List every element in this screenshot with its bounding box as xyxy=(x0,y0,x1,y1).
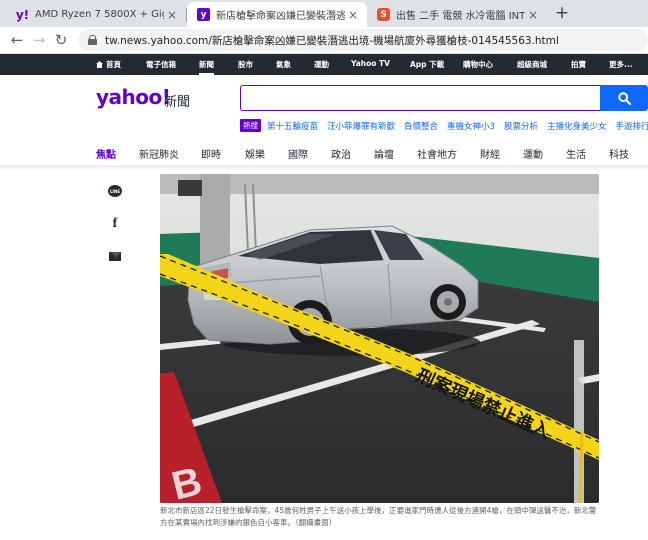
new-tab-button[interactable]: + xyxy=(552,3,572,23)
address-bar: ← → ↻ tw.news.yahoo.com/新店槍擊命案凶嫌已變裝潛逃出境-… xyxy=(0,27,648,54)
header-shadow xyxy=(0,165,648,171)
tab-international[interactable]: 國際 xyxy=(288,146,308,161)
url-text: tw.news.yahoo.com/新店槍擊命案凶嫌已變裝潛逃出境-機場航廈外尋… xyxy=(105,34,559,47)
tab-finance[interactable]: 財經 xyxy=(480,146,500,161)
nav-more[interactable]: 更多... xyxy=(609,59,633,70)
tab-sports[interactable]: 運動 xyxy=(523,146,543,161)
back-icon[interactable]: ← xyxy=(6,31,28,49)
browser-tab[interactable]: y! AMD Ryzen 7 5800X + Gigabyte × xyxy=(6,2,186,27)
trending-link[interactable]: 股票分析 xyxy=(504,120,538,132)
tab-society[interactable]: 社會地方 xyxy=(417,146,457,161)
reload-icon[interactable]: ↻ xyxy=(50,31,72,49)
site-header: yahoo! 新聞 熱搜 第十五輪疫苗 汪小菲爆罪有新歡 負價整合 重機女神小3… xyxy=(0,75,648,167)
tab-entertainment[interactable]: 娛樂 xyxy=(245,146,265,161)
facebook-icon: f xyxy=(112,216,118,231)
yahoo-icon: y! xyxy=(15,7,30,22)
nav-mail[interactable]: 電子信箱 xyxy=(146,59,176,70)
section-nav: 焦點 新冠肺炎 即時 娛樂 國際 政治 論壇 社會地方 財經 運動 生活 科技 xyxy=(0,142,648,167)
tab-life[interactable]: 生活 xyxy=(566,146,586,161)
shopee-icon: S xyxy=(377,8,390,21)
tab-forum[interactable]: 論壇 xyxy=(374,146,394,161)
lock-icon xyxy=(88,35,97,45)
nav-shopping[interactable]: 購物中心 xyxy=(463,59,493,70)
search-icon xyxy=(617,91,631,105)
share-line-button[interactable]: LINE xyxy=(106,182,124,200)
browser-tab[interactable]: S 出售 二手 電競 水冷電腦 INTEL M × xyxy=(367,2,547,27)
nav-auction[interactable]: 拍賣 xyxy=(571,59,586,70)
nav-stock[interactable]: 股市 xyxy=(238,59,253,70)
browser-tab-strip: y! AMD Ryzen 7 5800X + Gigabyte × y 新店槍擊… xyxy=(0,0,648,27)
nav-app-download[interactable]: App 下載 xyxy=(410,59,444,70)
tab-title: AMD Ryzen 7 5800X + Gigabyte xyxy=(35,9,164,20)
crime-scene-photo: B 刑案現場禁止進入 xyxy=(160,174,599,503)
logo-section-name[interactable]: 新聞 xyxy=(164,91,190,110)
trending-searches: 熱搜 第十五輪疫苗 汪小菲爆罪有新歡 負價整合 重機女神小3 股票分析 主播化身… xyxy=(240,119,648,132)
search-button[interactable] xyxy=(600,85,648,111)
tab-tech[interactable]: 科技 xyxy=(609,146,629,161)
nav-mall[interactable]: 超級商城 xyxy=(517,59,547,70)
line-icon: LINE xyxy=(108,185,122,197)
trending-badge: 熱搜 xyxy=(240,119,261,132)
close-icon[interactable]: × xyxy=(525,8,541,22)
photo-caption: 新北市新店區22日發生槍擊命案，45歲何姓男子上午送小孩上學後，正要進家門時遭人… xyxy=(160,506,597,527)
tab-title: 新店槍擊命案凶嫌已變裝潛逃出境 xyxy=(216,11,345,22)
nav-yahoo-tv[interactable]: Yahoo TV xyxy=(351,59,390,68)
close-icon[interactable]: × xyxy=(345,8,361,22)
browser-tab-active[interactable]: y 新店槍擊命案凶嫌已變裝潛逃出境 × xyxy=(187,2,367,27)
article-photo: B 刑案現場禁止進入 xyxy=(160,174,599,503)
yahoo-top-nav: 首頁 電子信箱 新聞 股市 氣象 運動 Yahoo TV App 下載 購物中心… xyxy=(0,54,648,75)
nav-home[interactable]: 首頁 xyxy=(96,59,121,70)
mail-icon xyxy=(109,251,121,261)
trending-link[interactable]: 主播化身美少女 xyxy=(547,120,607,132)
forward-icon[interactable]: → xyxy=(28,31,50,49)
nav-sports[interactable]: 運動 xyxy=(314,59,329,70)
search-input[interactable] xyxy=(240,85,601,111)
tab-title: 出售 二手 電競 水冷電腦 INTEL M xyxy=(396,11,525,22)
nav-news[interactable]: 新聞 xyxy=(199,59,214,75)
trending-link[interactable]: 汪小菲爆罪有新歡 xyxy=(327,120,395,132)
tab-covid[interactable]: 新冠肺炎 xyxy=(139,146,179,161)
nav-weather[interactable]: 氣象 xyxy=(276,59,291,70)
share-mail-button[interactable] xyxy=(106,247,124,265)
trending-link[interactable]: 重機女神小3 xyxy=(447,120,495,132)
yahoo-logo[interactable]: yahoo! xyxy=(96,85,171,109)
home-icon xyxy=(96,61,103,68)
tab-politics[interactable]: 政治 xyxy=(331,146,351,161)
trending-link[interactable]: 負價整合 xyxy=(404,120,438,132)
trending-link[interactable]: 第十五輪疫苗 xyxy=(267,120,318,132)
share-facebook-button[interactable]: f xyxy=(106,215,124,233)
yahoo-icon: y xyxy=(197,8,210,21)
url-field[interactable]: tw.news.yahoo.com/新店槍擊命案凶嫌已變裝潛逃出境-機場航廈外尋… xyxy=(78,29,648,51)
trending-link[interactable]: 手遊排行 xyxy=(616,120,648,132)
nav-label: 首頁 xyxy=(106,60,121,69)
tab-focus[interactable]: 焦點 xyxy=(96,146,116,167)
close-icon[interactable]: × xyxy=(164,8,180,22)
tab-latest[interactable]: 即時 xyxy=(201,146,221,161)
